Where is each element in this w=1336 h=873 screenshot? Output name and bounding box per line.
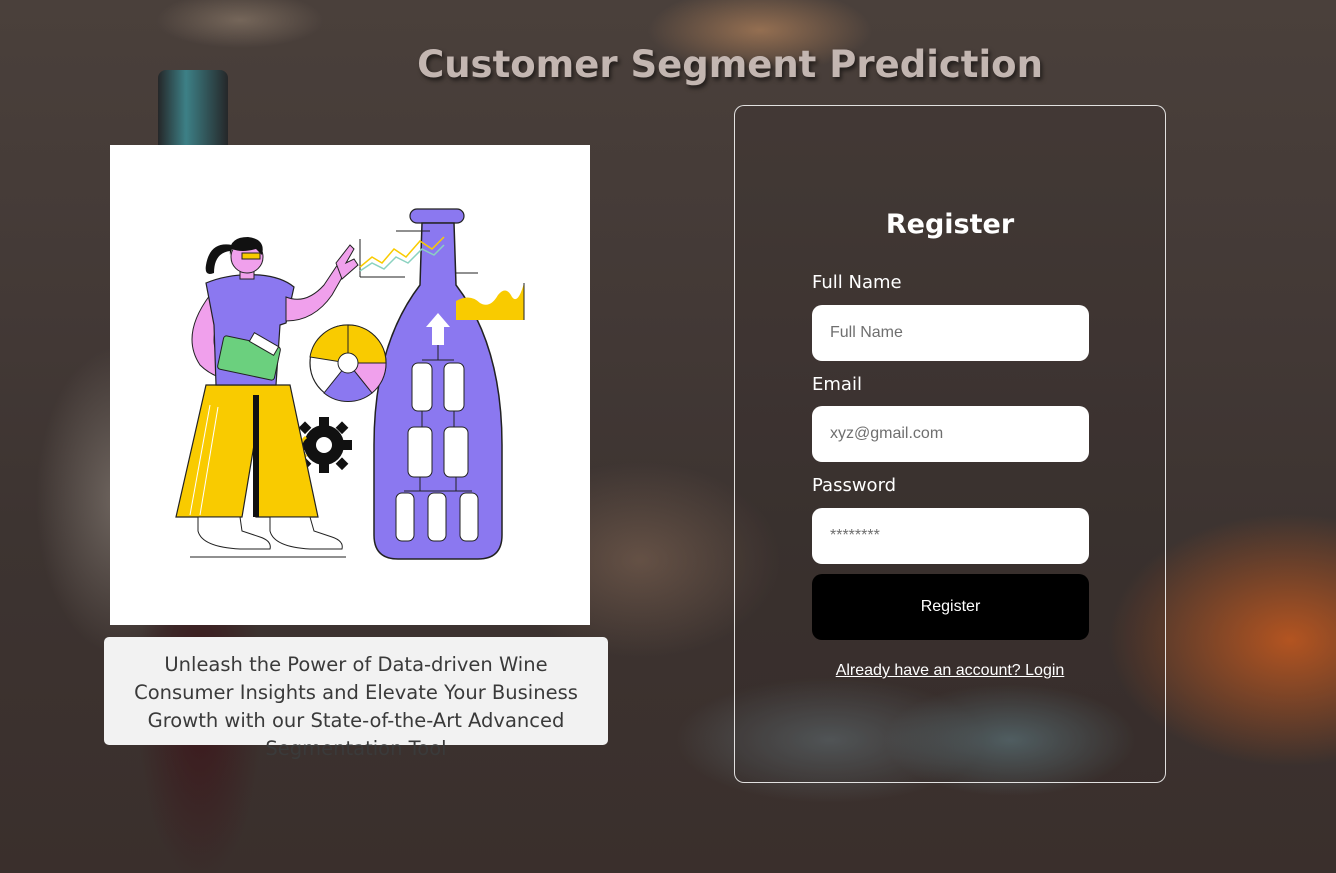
pie-chart-icon bbox=[309, 324, 387, 402]
register-title: Register bbox=[885, 209, 1015, 240]
password-label: Password bbox=[812, 475, 897, 496]
full-name-label: Full Name bbox=[812, 272, 902, 293]
login-link[interactable]: Already have an account? Login bbox=[734, 662, 1166, 680]
email-label: Email bbox=[812, 374, 862, 395]
line-chart-icon bbox=[359, 230, 478, 278]
page-title: Customer Segment Prediction bbox=[417, 42, 1043, 86]
area-chart-icon bbox=[456, 283, 525, 320]
register-button[interactable]: Register bbox=[812, 574, 1089, 640]
full-name-input[interactable] bbox=[812, 305, 1089, 361]
password-input[interactable] bbox=[812, 508, 1089, 564]
hero-illustration bbox=[110, 145, 590, 625]
hero-caption: Unleash the Power of Data-driven Wine Co… bbox=[104, 637, 608, 760]
wine-bottle-icon bbox=[373, 208, 503, 560]
email-input[interactable] bbox=[812, 406, 1089, 462]
